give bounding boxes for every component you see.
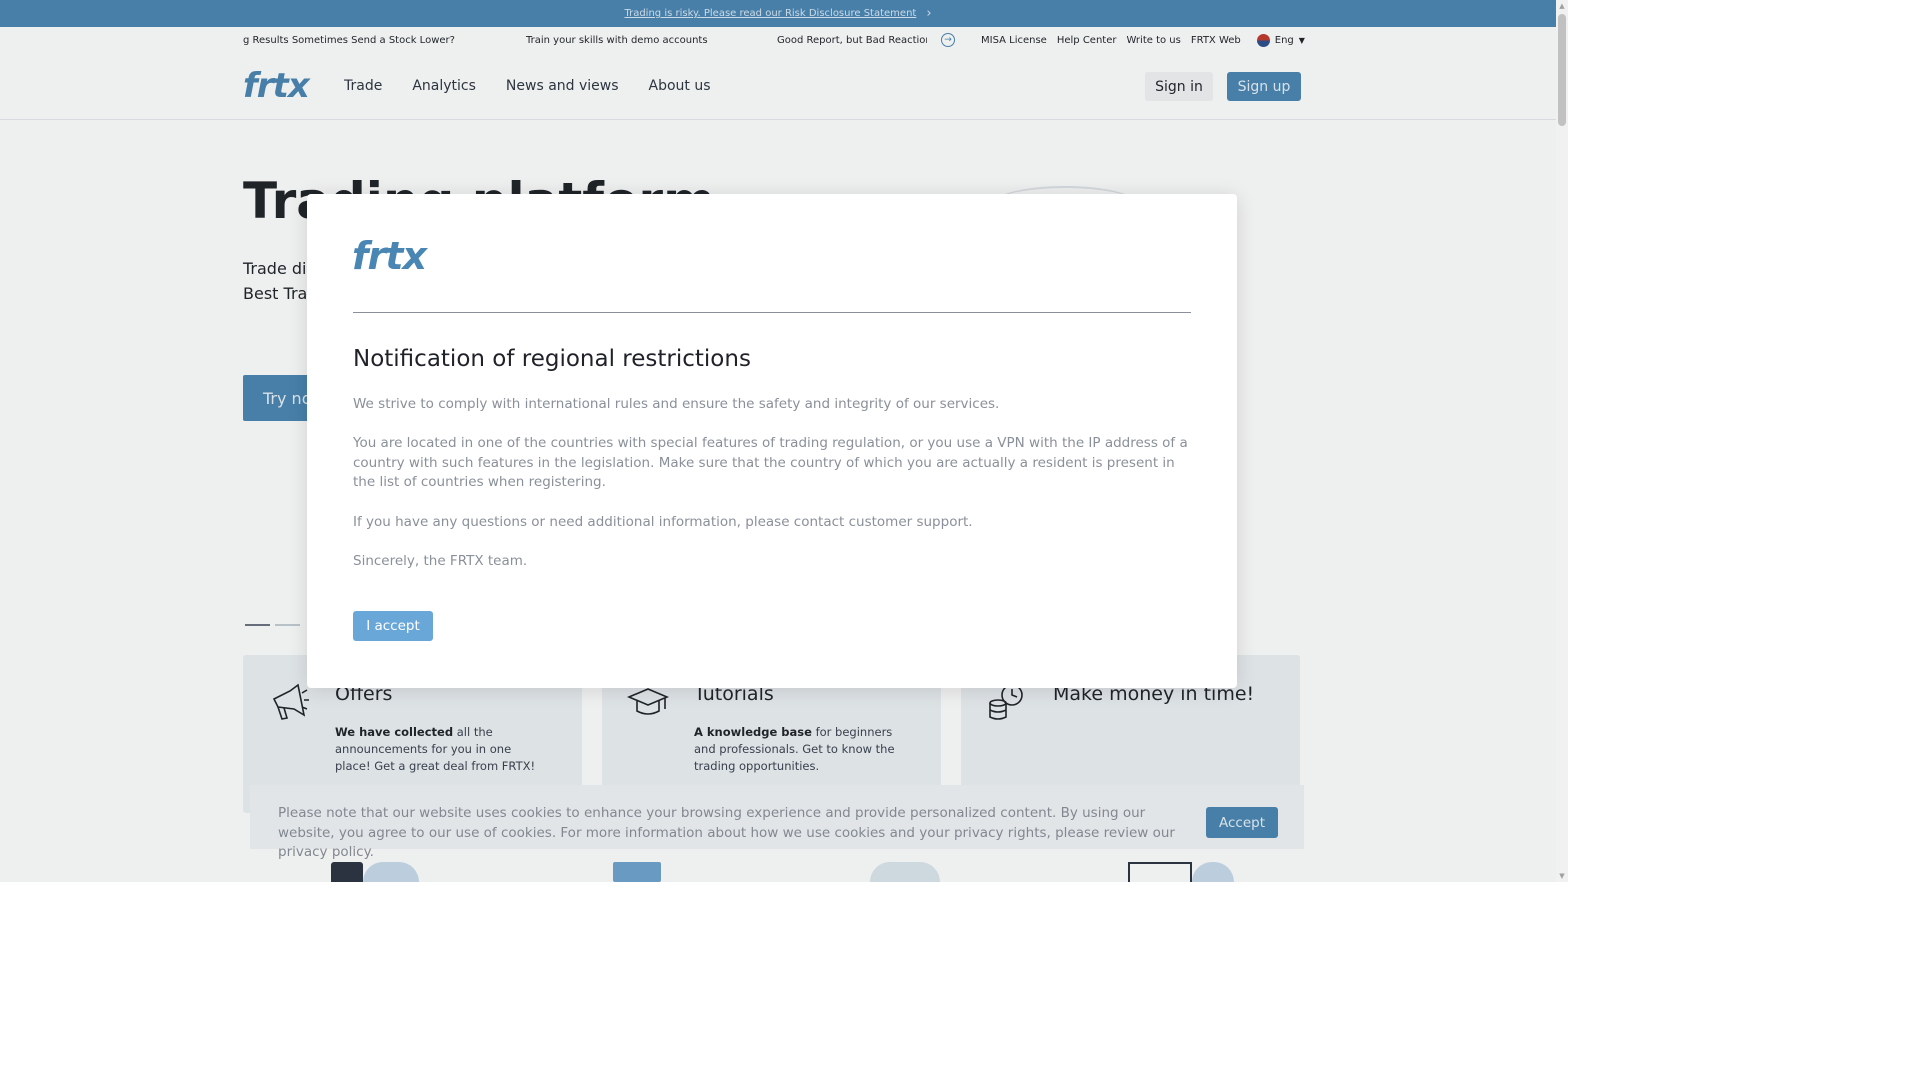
scrollbar-thumb[interactable] (1558, 14, 1566, 126)
divider (353, 312, 1191, 313)
modal-paragraph: You are located in one of the countries … (353, 435, 1188, 490)
scroll-down-icon[interactable]: ▼ (1558, 872, 1566, 880)
i-accept-button[interactable]: I accept (353, 611, 433, 641)
modal-paragraph: We strive to comply with international r… (353, 396, 1000, 412)
regional-restrictions-modal: frtx Notification of regional restrictio… (307, 194, 1237, 688)
frtx-logo: frtx (352, 234, 427, 278)
modal-paragraph: Sincerely, the FRTX team. (353, 553, 528, 569)
scroll-up-icon[interactable]: ▲ (1558, 2, 1566, 10)
modal-paragraph: If you have any questions or need additi… (353, 514, 973, 530)
modal-title: Notification of regional restrictions (353, 346, 751, 372)
page-scrollbar[interactable]: ▲ ▼ (1556, 0, 1568, 882)
